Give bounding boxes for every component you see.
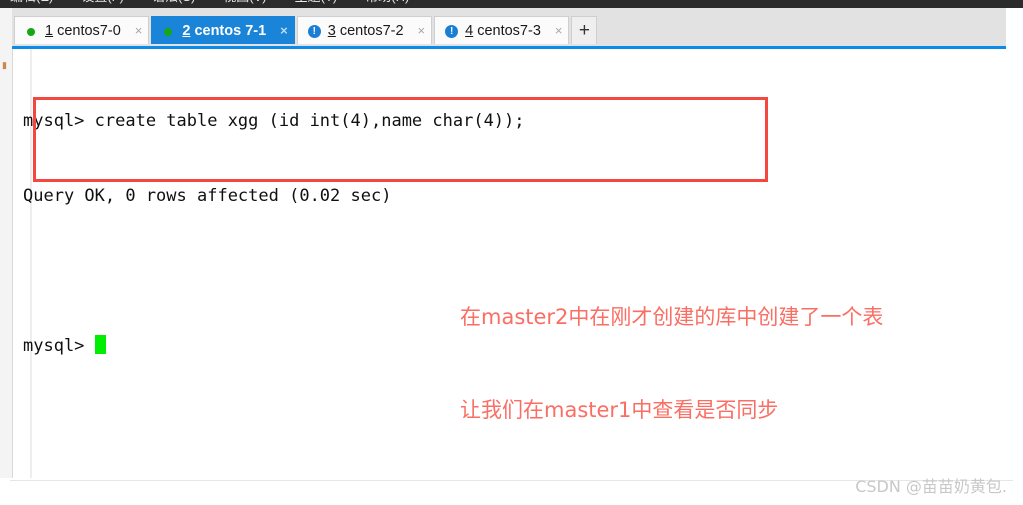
application-window: ▮ 1 centos7-0 × 2 centos 7-1 × ! 3 cento… <box>0 8 1023 505</box>
tab-close-icon[interactable]: × <box>418 24 426 37</box>
annotation-line-1: 在master2中在刚才创建的库中创建了一个表 <box>460 305 884 329</box>
menu-item-view[interactable]: 视图(V) <box>223 0 266 4</box>
tab-status-alert-icon: ! <box>445 24 459 38</box>
menu-item-theme[interactable]: 主题(T) <box>295 0 338 4</box>
tab-number: 2 <box>182 22 191 39</box>
annotation-text: 在master2中在刚才创建的库中创建了一个表 让我们在master1中查看是否… <box>460 240 883 478</box>
tab-status-connected-icon <box>162 24 175 37</box>
watermark: CSDN @苗苗奶黄包. <box>855 477 1007 496</box>
tab-number: 1 <box>45 22 54 39</box>
tab-number: 4 <box>465 22 474 39</box>
tab-close-icon[interactable]: × <box>135 24 143 37</box>
terminal-cursor <box>94 335 106 354</box>
menu-item-syntax[interactable]: 语法(S) <box>152 0 195 4</box>
tab-number: 3 <box>327 22 336 39</box>
menu-item-help[interactable]: 帮助(H) <box>365 0 409 4</box>
tab-label: centos 7-1 <box>194 22 267 39</box>
tab-centos7-3[interactable]: ! 4 centos7-3 × <box>434 16 570 44</box>
terminal-line-result: Query OK, 0 rows affected (0.02 sec) <box>23 186 392 206</box>
terminal-prompt-line: mysql> <box>23 334 525 359</box>
tab-close-icon[interactable]: × <box>280 24 288 37</box>
terminal-prompt: mysql> <box>23 336 95 356</box>
tab-bar: 1 centos7-0 × 2 centos 7-1 × ! 3 centos7… <box>12 8 1006 46</box>
new-tab-button[interactable]: + <box>571 16 598 44</box>
menu-item-edit[interactable]: 编辑(E) <box>10 0 53 4</box>
tab-status-connected-icon <box>25 24 38 37</box>
terminal-pane[interactable]: mysql> create table xgg (id int(4),name … <box>13 49 1006 478</box>
tab-close-icon[interactable]: × <box>555 24 563 37</box>
tab-label: centos7-2 <box>339 22 404 39</box>
terminal-output: mysql> create table xgg (id int(4),name … <box>23 59 525 409</box>
session-manager-icon[interactable]: ▮ <box>2 60 10 74</box>
menu-item-settings[interactable]: 设置(F) <box>81 0 124 4</box>
tab-label: centos7-0 <box>57 22 121 39</box>
tab-centos-7-1[interactable]: 2 centos 7-1 × <box>151 16 295 44</box>
tab-centos7-2[interactable]: ! 3 centos7-2 × <box>296 16 433 44</box>
annotation-line-2: 让我们在master1中查看是否同步 <box>460 398 779 422</box>
terminal-line-command: mysql> create table xgg (id int(4),name … <box>23 111 525 131</box>
tab-status-alert-icon: ! <box>307 24 321 38</box>
tab-centos7-0[interactable]: 1 centos7-0 × <box>14 16 150 44</box>
menu-bar[interactable]: 编辑(E) 设置(F) 语法(S) 视图(V) 主题(T) 帮助(H) <box>0 0 1023 8</box>
left-sidebar-rail[interactable]: ▮ <box>0 8 13 478</box>
tab-label: centos7-3 <box>477 22 541 39</box>
